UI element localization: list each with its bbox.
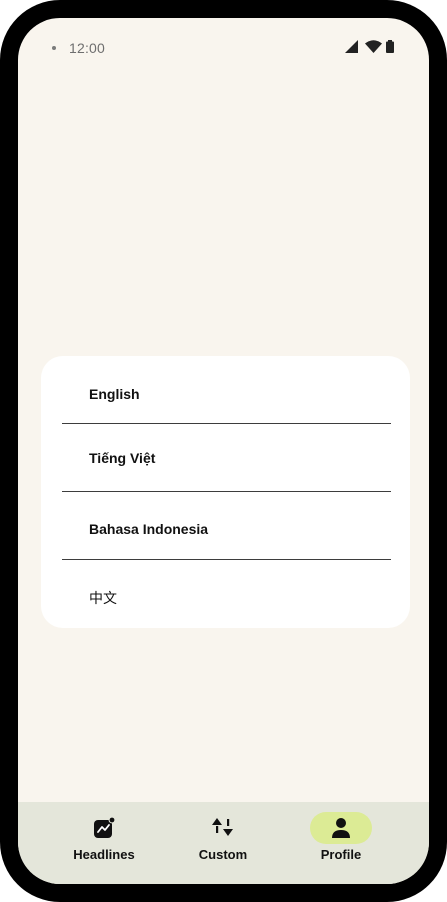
nav-label-headlines: Headlines bbox=[73, 847, 135, 862]
divider bbox=[62, 559, 391, 560]
profile-icon bbox=[332, 818, 350, 838]
notification-dot bbox=[52, 46, 56, 50]
language-option-label: English bbox=[89, 386, 140, 402]
nav-label-custom: Custom bbox=[198, 847, 248, 862]
status-bar: 12:00 bbox=[18, 18, 429, 76]
nav-icon-container bbox=[73, 812, 135, 844]
headlines-icon bbox=[94, 816, 116, 838]
language-option-chinese[interactable]: 中文 bbox=[62, 572, 391, 618]
nav-item-profile[interactable]: Profile bbox=[291, 802, 391, 884]
signal-icon bbox=[345, 40, 358, 53]
custom-icon bbox=[212, 818, 233, 836]
nav-item-headlines[interactable]: Headlines bbox=[54, 802, 154, 884]
nav-item-custom[interactable]: Custom bbox=[173, 802, 273, 884]
battery-icon bbox=[386, 40, 394, 53]
nav-icon-container bbox=[192, 812, 254, 844]
language-dialog: English Tiếng Việt Bahasa Indonesia 中文 bbox=[41, 356, 410, 628]
divider bbox=[62, 423, 391, 424]
language-option-english[interactable]: English bbox=[62, 372, 391, 416]
language-option-label: 中文 bbox=[89, 590, 117, 606]
wifi-icon bbox=[365, 40, 382, 53]
nav-icon-container-active bbox=[310, 812, 372, 844]
screen: 12:00 English Tiếng Việt Bahasa Indonesi… bbox=[18, 18, 429, 884]
language-option-label: Tiếng Việt bbox=[89, 450, 156, 466]
language-option-vietnamese[interactable]: Tiếng Việt bbox=[62, 436, 391, 482]
status-time: 12:00 bbox=[69, 40, 106, 56]
device-frame: 12:00 English Tiếng Việt Bahasa Indonesi… bbox=[0, 0, 447, 902]
nav-label-profile: Profile bbox=[320, 847, 362, 862]
language-option-indonesian[interactable]: Bahasa Indonesia bbox=[62, 504, 391, 550]
bottom-navigation: Headlines Custom Profile bbox=[18, 802, 429, 884]
divider bbox=[62, 491, 391, 492]
language-option-label: Bahasa Indonesia bbox=[89, 521, 209, 537]
